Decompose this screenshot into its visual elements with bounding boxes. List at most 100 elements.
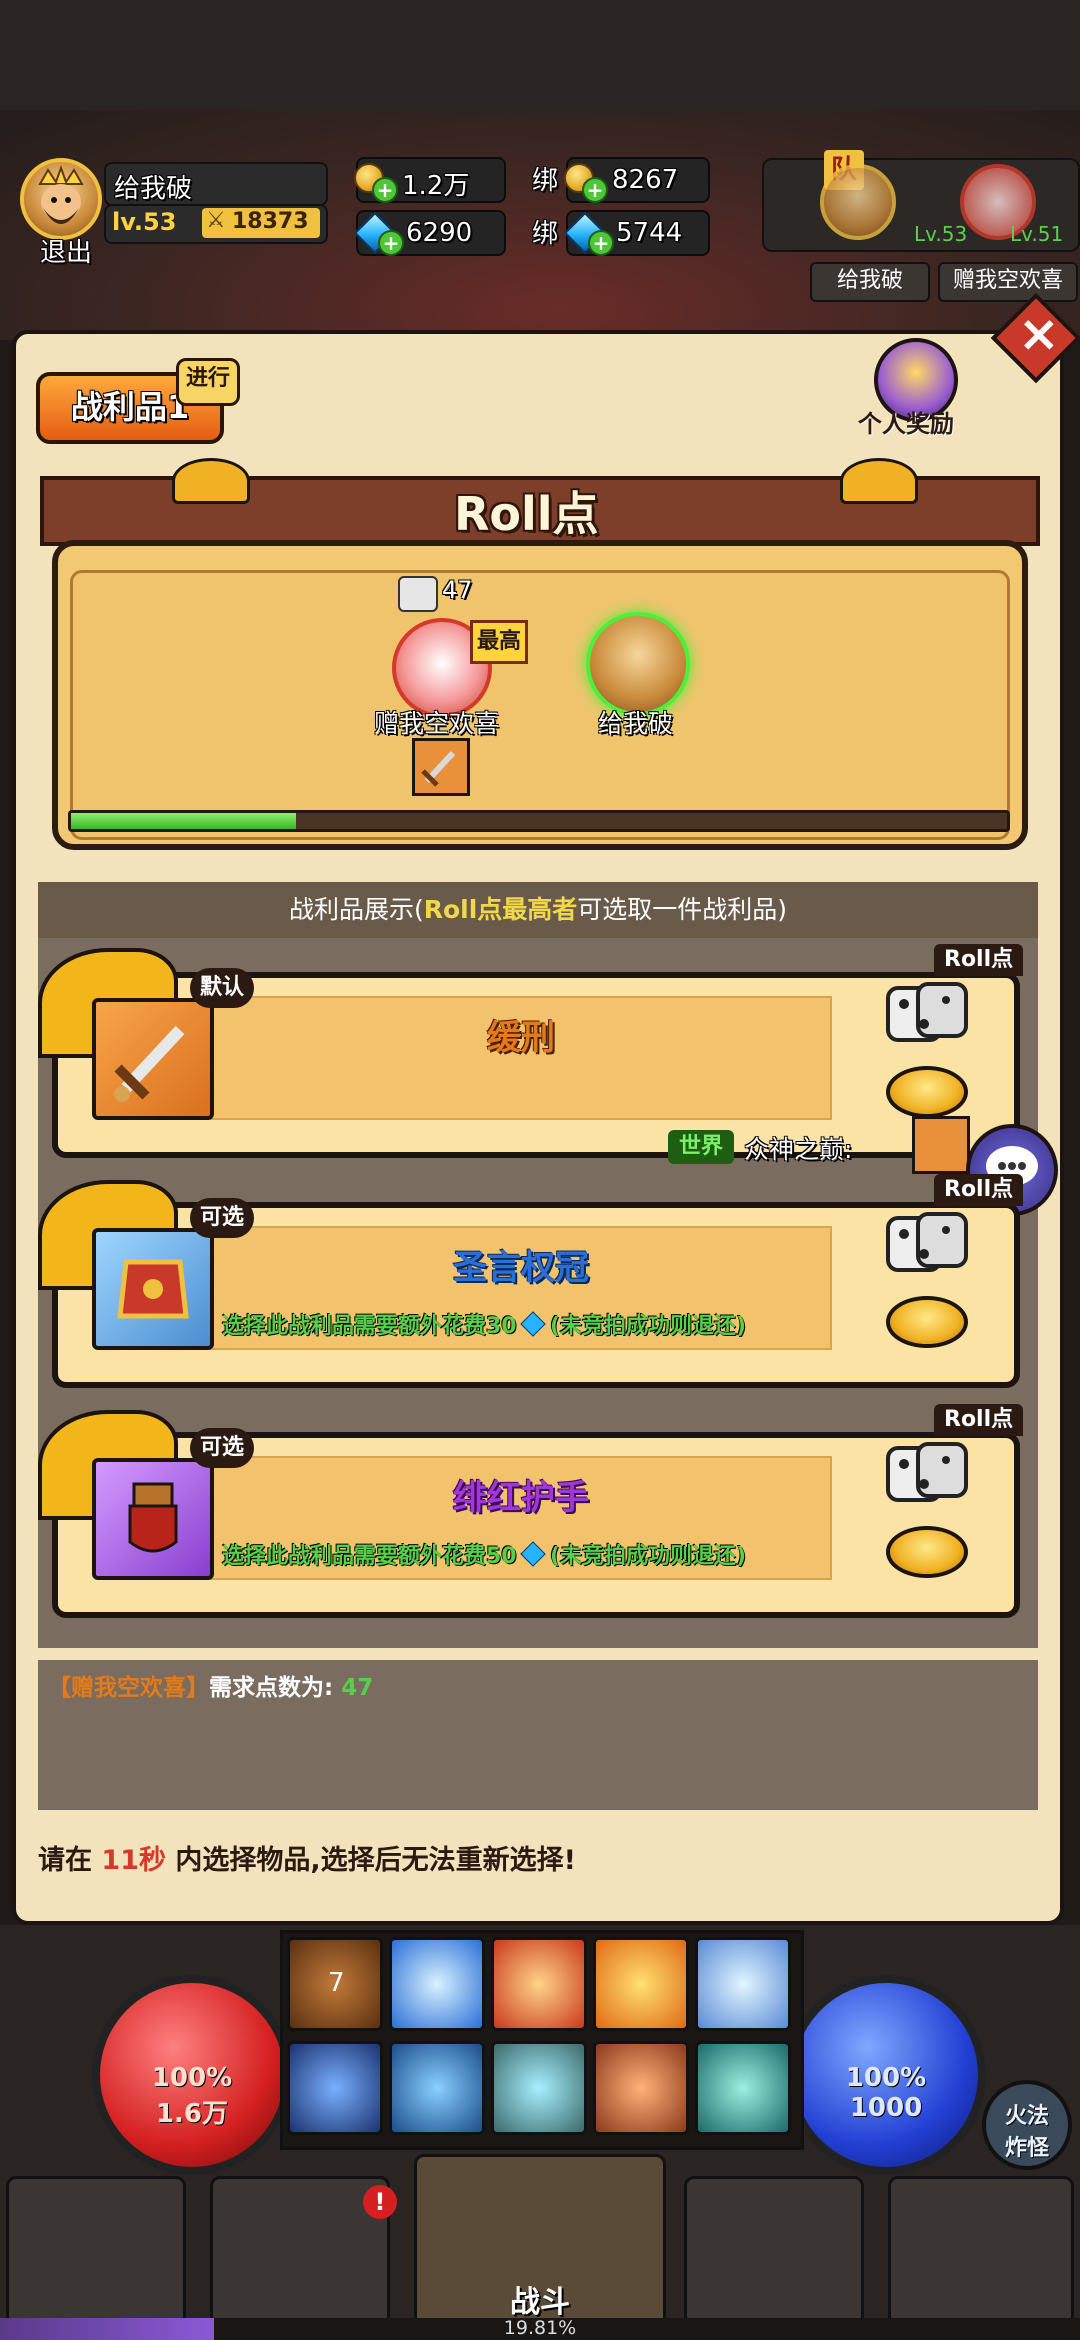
gems-box[interactable]: + 6290 <box>353 210 506 256</box>
bound-gems-box[interactable]: + 5744 <box>563 210 710 256</box>
player-name: 给我破 <box>114 174 193 204</box>
roll-bell-left-icon <box>172 458 250 504</box>
roll-count: 47 <box>442 576 473 604</box>
skill-slot-8[interactable] <box>491 2041 587 2135</box>
notification-badge-icon: ! <box>363 2185 397 2219</box>
loot-display-suffix: 可选取一件战利品) <box>577 895 788 924</box>
item-3-tag: 可选 <box>190 1428 255 1468</box>
add-bound-gems-icon[interactable]: + <box>588 230 614 256</box>
personal-reward-label[interactable]: 个人奖励 <box>858 404 954 439</box>
item-1-roll-coin-button[interactable] <box>886 1066 968 1118</box>
chat-item-icon[interactable] <box>912 1116 970 1174</box>
power-icon: ⚔ <box>206 208 226 233</box>
item-3-dice-icon[interactable] <box>884 1438 968 1508</box>
item-3-roll-coin-button[interactable] <box>886 1526 968 1578</box>
auto-label-1: 火法 <box>1004 2104 1049 2129</box>
bound-gold-box[interactable]: + 8267 <box>564 157 710 203</box>
hp-percent: 100% <box>151 2063 233 2093</box>
item-2-roll-coin-button[interactable] <box>886 1296 968 1348</box>
add-gold-icon[interactable]: + <box>372 177 398 203</box>
skill-cooldown: 7 <box>328 1968 345 1998</box>
skill-slot-4[interactable] <box>593 1937 689 2031</box>
item-2-name: 圣言权冠 <box>453 1248 589 1288</box>
roll-bell-right-icon <box>840 458 918 504</box>
nav-companion-button[interactable]: ! <box>210 2176 397 2326</box>
dice-icon <box>398 576 438 612</box>
gold-box[interactable]: + 1.2万 <box>354 157 506 203</box>
player-name-box: 给我破 <box>104 162 328 206</box>
skill-slot-7[interactable] <box>389 2041 485 2135</box>
demand-text: 需求点数为: <box>209 1675 334 1701</box>
item-3-note: 选择此战利品需要额外花费50 (未竞拍成功则退还) <box>222 1538 746 1570</box>
loot-display-prefix: 战利品展示( <box>288 895 424 924</box>
roll-progress-fill <box>71 813 296 829</box>
power-badge: ⚔ 18373 <box>202 208 320 238</box>
roll-player-1-name: 赠我空欢喜 <box>374 709 500 738</box>
nav-fight-button[interactable]: 战斗 <box>414 2154 666 2326</box>
demand-player: 【赠我空欢喜】 <box>48 1675 209 1701</box>
skill-slot-1[interactable]: 7 <box>287 1937 383 2031</box>
roll-player-2-name: 给我破 <box>598 709 674 738</box>
power-value: 18373 <box>232 209 309 234</box>
add-bound-gold-icon[interactable]: + <box>582 177 608 203</box>
auto-label-2: 炸怪 <box>1004 2136 1049 2161</box>
close-icon: × <box>1017 304 1060 363</box>
item-2-note: 选择此战利品需要额外花费30 (未竞拍成功则退还) <box>222 1308 746 1340</box>
item-1-roll-tag: Roll点 <box>934 944 1024 976</box>
gold-value: 1.2万 <box>402 171 470 201</box>
item-2-gem-icon <box>520 1311 547 1337</box>
player-level: lv.53 <box>112 208 177 236</box>
timer-line: 请在 11秒 内选择物品,选择后无法重新选择! <box>38 1838 576 1877</box>
timer-suffix: 内选择物品,选择后无法重新选择! <box>175 1845 576 1876</box>
exp-percent: 19.81% <box>503 2317 577 2339</box>
highest-badge: 最高 <box>470 620 528 664</box>
item-2-dice-icon[interactable] <box>884 1208 968 1278</box>
item-2-crown-icon[interactable] <box>92 1228 214 1350</box>
bound-gems-value: 5744 <box>616 218 683 248</box>
skill-slot-9[interactable] <box>593 2041 689 2135</box>
skill-slot-2[interactable] <box>389 1937 485 2031</box>
item-3-note-suffix: (未竞拍成功则退还) <box>549 1544 747 1569</box>
player-avatar[interactable] <box>20 158 102 240</box>
bound-label-2: 绑 <box>532 219 559 249</box>
hp-orb: 100% 1.6万 <box>92 1975 292 2175</box>
item-2-tag: 可选 <box>190 1198 255 1238</box>
demand-value: 47 <box>341 1675 374 1701</box>
team-member-1-avatar[interactable] <box>820 164 896 240</box>
team-member-1-name[interactable]: 给我破 <box>810 262 930 302</box>
item-3-gem-icon <box>520 1541 547 1567</box>
loot-tab-status: 进行 <box>176 358 240 406</box>
chat-channel-tag[interactable]: 世界 <box>668 1130 734 1164</box>
team-panel[interactable]: 队 Lv.53 Lv.51 <box>762 150 1080 252</box>
loot-display-bar: 战利品展示(Roll点最高者可选取一件战利品) <box>38 882 1038 938</box>
skill-grid: 7 <box>280 1930 804 2150</box>
skill-slot-6[interactable] <box>287 2041 383 2135</box>
item-1-dice-icon[interactable] <box>884 978 968 1048</box>
gems-value: 6290 <box>406 218 473 248</box>
chat-message[interactable]: 众神之巅: <box>744 1130 852 1166</box>
roll-board-inner <box>70 570 1010 840</box>
add-gems-icon[interactable]: + <box>378 230 404 256</box>
bound-label: 绑 <box>532 166 559 196</box>
team-member-2-level: Lv.51 <box>1010 222 1064 246</box>
player-stats-box: lv.53 ⚔ 18373 <box>104 204 328 244</box>
nav-castle-button[interactable] <box>888 2176 1074 2326</box>
mp-orb: 100% 1000 <box>786 1975 986 2175</box>
item-3-gauntlet-icon[interactable] <box>92 1458 214 1580</box>
item-2-note-suffix: (未竞拍成功则退还) <box>549 1314 747 1339</box>
item-2-note-prefix: 选择此战利品需要额外花费30 <box>222 1314 517 1339</box>
auto-mode-button[interactable]: 火法 炸怪 <box>982 2080 1072 2170</box>
nav-character-button[interactable] <box>6 2176 186 2326</box>
skill-slot-5[interactable] <box>695 1937 791 2031</box>
exit-label[interactable]: 退出 <box>40 232 92 269</box>
mp-value: 1000 <box>849 2093 923 2123</box>
item-3-name: 绯红护手 <box>453 1478 589 1518</box>
skill-slot-10[interactable] <box>695 2041 791 2135</box>
nav-altar-button[interactable] <box>684 2176 864 2326</box>
skill-slot-3[interactable] <box>491 1937 587 2031</box>
roll-player-2-avatar <box>586 612 690 716</box>
team-member-2-name[interactable]: 赠我空欢喜 <box>938 262 1078 302</box>
item-1-dagger-icon[interactable] <box>92 998 214 1120</box>
top-bar <box>0 0 1080 113</box>
demand-line: 【赠我空欢喜】需求点数为: 47 <box>48 1668 373 1702</box>
